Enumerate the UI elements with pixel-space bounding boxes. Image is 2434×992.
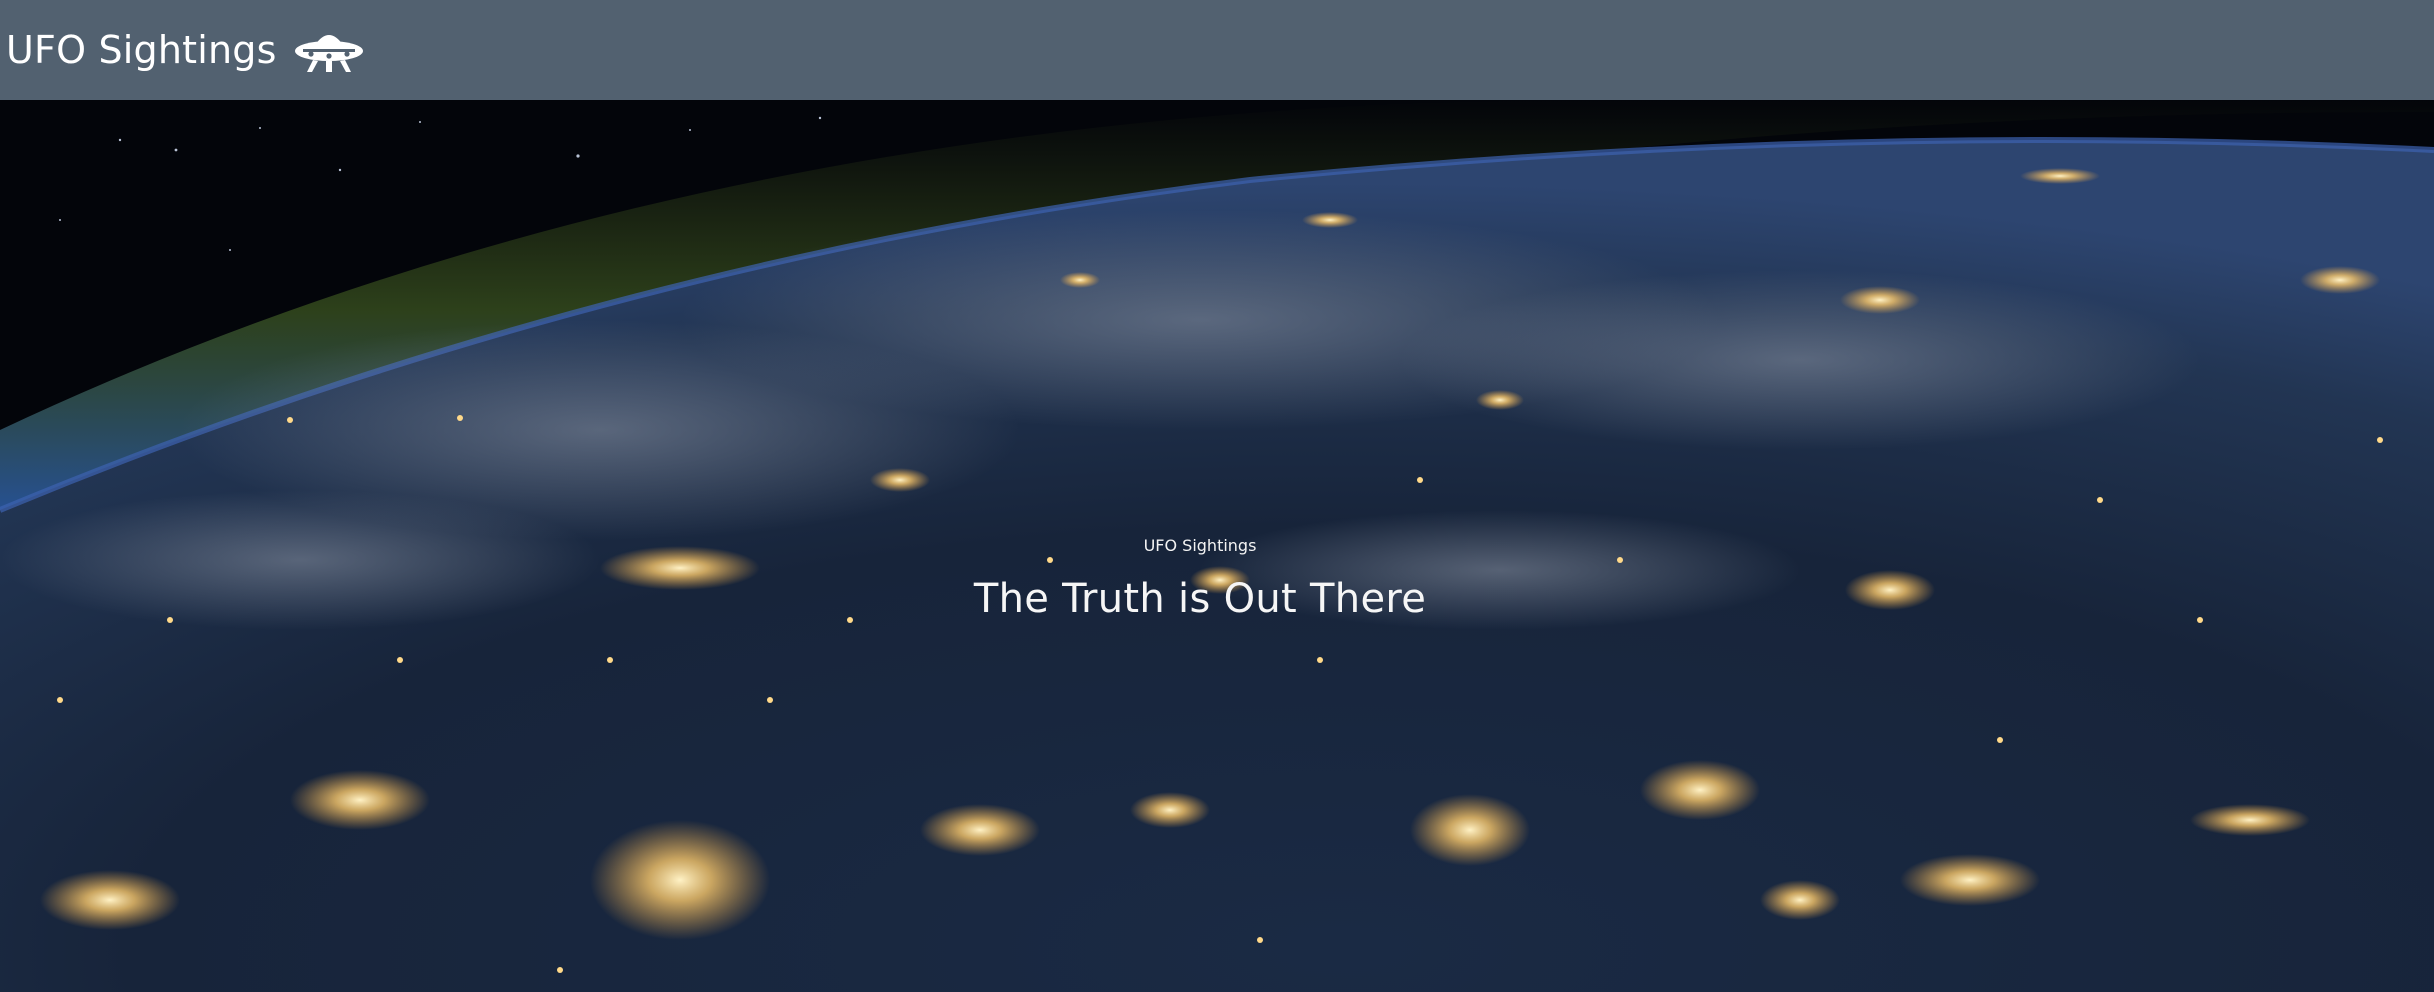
brand-link[interactable]: UFO Sightings (6, 25, 365, 75)
hero-content: UFO Sightings The Truth is Out There (0, 100, 2434, 992)
brand-title: UFO Sightings (6, 28, 277, 72)
ufo-icon (293, 25, 365, 75)
navbar: UFO Sightings (0, 0, 2434, 100)
hero-title: The Truth is Out There (973, 576, 1427, 622)
hero-section: UFO Sightings The Truth is Out There (0, 100, 2434, 992)
hero-subtitle: UFO Sightings (1143, 536, 1257, 555)
